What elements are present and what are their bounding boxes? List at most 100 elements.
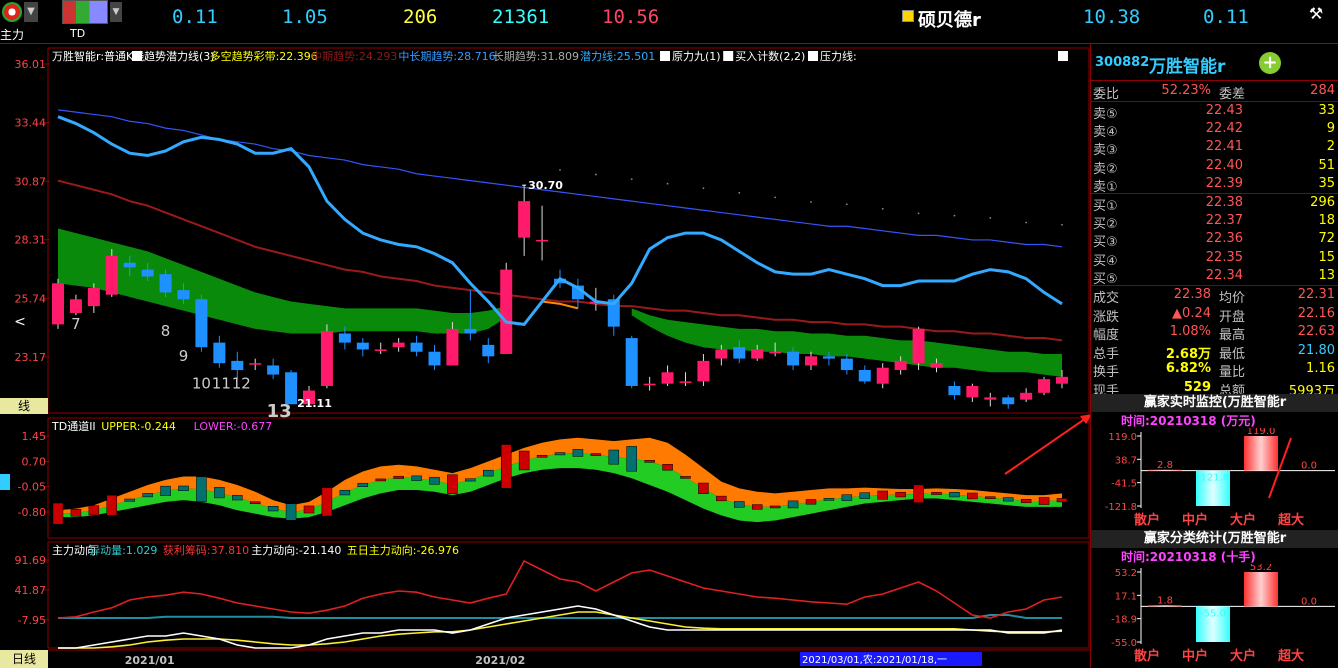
td-candle (716, 495, 727, 502)
bar-value-label: -121.8 (1197, 473, 1229, 484)
legend-item: 万胜智能r:普通K线 (52, 49, 144, 63)
y-tick-label: 23.17 (15, 351, 47, 364)
related-stock-name[interactable]: 硕贝德r (918, 6, 981, 32)
td-candle (967, 492, 978, 500)
candle-body (679, 381, 692, 383)
candle-body (661, 372, 674, 384)
candle-body (787, 351, 800, 366)
ask-volume: 51 (1318, 157, 1335, 173)
ask-label: 卖① (1093, 179, 1118, 195)
td-candle (1020, 498, 1032, 504)
candle-body (1020, 392, 1033, 400)
legend-item: 趋势潜力线(3) (144, 49, 215, 63)
collapse-left-icon: < (14, 314, 26, 330)
ask-price: 22.42 (1205, 121, 1243, 137)
td-icon[interactable] (62, 0, 108, 24)
candle-body (123, 262, 136, 268)
buy-count-label: 12 (232, 375, 251, 393)
td-candle (590, 453, 602, 456)
bar-category-label: 中户 (1182, 648, 1208, 664)
candle-body (410, 342, 423, 352)
pressure-dot (1025, 221, 1028, 224)
td-candle (447, 474, 458, 494)
tools-icon[interactable]: ⚒ (1306, 4, 1326, 24)
x-tick-label: 2021/02 (475, 654, 525, 667)
legend-toggle-icon (808, 51, 818, 61)
bid-row: 买② 22.37 18 (1091, 212, 1338, 232)
stat-row: 幅度 1.08% 最高 22.63 (1091, 323, 1338, 343)
bid-price: 22.36 (1205, 231, 1243, 247)
td-candle (267, 506, 279, 512)
buy-count-label: 11 (212, 375, 231, 393)
classify-title[interactable]: 赢家分类统计(万胜智能r (1091, 530, 1338, 548)
candle-body (822, 356, 835, 359)
stat-label: 最高 (1219, 328, 1246, 343)
td-candle (572, 449, 584, 457)
candle-body (876, 367, 889, 384)
stat-value: 22.63 (1297, 324, 1335, 339)
pressure-dot (953, 214, 956, 217)
td-dropdown-icon[interactable]: ▼ (110, 2, 122, 22)
bid-volume: 13 (1318, 267, 1335, 283)
td-candle (483, 469, 494, 477)
bid-row: 买⑤ 22.34 13 (1091, 267, 1338, 287)
td-candle (787, 500, 799, 509)
td-candle (357, 482, 369, 488)
amount: 10.56 (602, 6, 660, 28)
stock-header: 300882 万胜智能r + (1091, 48, 1338, 78)
candle-body (374, 349, 387, 351)
candle-body (805, 356, 817, 366)
stat-label: 均价 (1219, 291, 1246, 306)
bid-row: 买③ 22.36 72 (1091, 230, 1338, 251)
pressure-dot (1061, 223, 1063, 226)
bid-price: 22.38 (1205, 195, 1243, 210)
bar-category-label: 大户 (1230, 512, 1256, 528)
td-candle (178, 485, 189, 491)
candle-body (769, 351, 782, 354)
candle-body (159, 274, 172, 293)
bar-大户 (1244, 572, 1278, 607)
pressure-dot (774, 196, 777, 199)
pressure-dot (917, 212, 920, 215)
legend-item: 潜力线:25.501 (580, 49, 655, 63)
bid-row: 买④ 22.35 15 (1091, 249, 1338, 269)
main-force-icon[interactable] (2, 2, 22, 22)
dropdown-icon[interactable]: ▼ (24, 2, 38, 22)
bar-category-label: 散户 (1134, 648, 1160, 664)
stock-name[interactable]: 万胜智能r (1149, 52, 1225, 77)
divider (1091, 80, 1338, 81)
add-watchlist-icon[interactable]: + (1259, 52, 1281, 74)
chart-area[interactable]: 36.01 33.44 30.87 28.31 25.74 23.17 30.70 21.11… (0, 44, 1090, 668)
td-candle (232, 495, 243, 501)
bar-y-tick-label: 53.2 (1115, 568, 1137, 579)
up-count: 206 (403, 6, 438, 28)
td-candle (823, 498, 835, 501)
td-candle (536, 455, 548, 458)
ask-row: 卖① 22.39 35 (1091, 175, 1338, 195)
stat-value: 2.68万 (1165, 346, 1211, 362)
td-candle (393, 475, 404, 479)
monitor-time: 时间:20210318 (万元) (1121, 414, 1256, 428)
candle-body (536, 239, 549, 242)
td-candle (895, 491, 906, 498)
flow-y-tick-label: 41.87 (15, 584, 47, 597)
ask-row: 卖④ 22.42 9 (1091, 120, 1338, 140)
ask-row: 卖③ 22.41 2 (1091, 138, 1338, 158)
stat-label: 总手 (1093, 346, 1120, 362)
monitor-title[interactable]: 赢家实时监控(万胜智能r (1091, 394, 1338, 412)
related-stock-price: 10.38 (1083, 6, 1141, 28)
buy-count-label: 8 (161, 322, 171, 340)
td-candle (769, 505, 781, 509)
legend-item: 中期趋势:24.293 (311, 50, 397, 63)
low-price-label: 21.11 (297, 397, 332, 410)
candle-body (356, 342, 369, 350)
td-candle (196, 476, 207, 502)
candle-body (697, 360, 710, 382)
td-legend-item: TD通道II (51, 419, 96, 433)
kline-chart[interactable]: 36.01 33.44 30.87 28.31 25.74 23.17 30.70 21.11… (0, 44, 1090, 668)
date-cursor-label: 2021/03/01,农:2021/01/18,一 (802, 653, 947, 666)
pressure-dot (559, 169, 561, 171)
td-candle (339, 489, 351, 496)
td-candle (429, 476, 440, 485)
bid-label: 买③ (1093, 235, 1118, 251)
